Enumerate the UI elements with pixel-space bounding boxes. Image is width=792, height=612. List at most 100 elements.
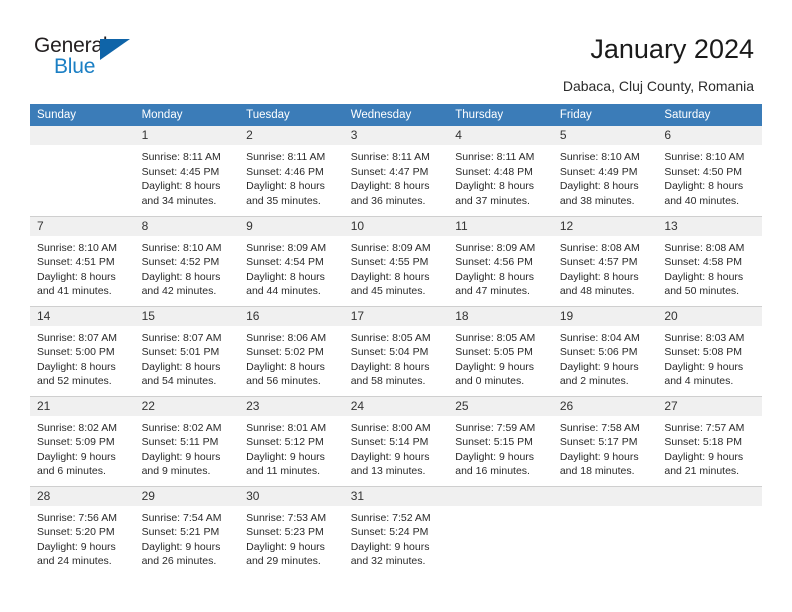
daylight-text: Daylight: 8 hours bbox=[559, 180, 639, 193]
calendar-day-cell[interactable]: 7 Sunrise: 8:10 AM Sunset: 4:51 PM Daylight… bbox=[30, 215, 135, 306]
day-number: 1 bbox=[134, 126, 240, 145]
daylight-text: Daylight: 9 hours bbox=[246, 450, 325, 463]
calendar-day-cell[interactable]: 23 Sunrise: 8:01 AM Sunset: 5:12 PM Dayligh… bbox=[239, 395, 344, 486]
day-number bbox=[552, 486, 658, 506]
daylight-text: Daylight: 8 hours bbox=[664, 270, 744, 283]
sunrise-text: Sunrise: 8:08 AM bbox=[559, 241, 640, 254]
calendar-day-cell[interactable]: 30 Sunrise: 7:53 AM Sunset: 5:23 PM Dayligh… bbox=[239, 485, 344, 576]
sunrise-text: Sunrise: 8:11 AM bbox=[455, 151, 535, 163]
calendar-day-cell[interactable]: 26 Sunrise: 7:58 AM Sunset: 5:17 PM Dayligh… bbox=[552, 395, 658, 486]
sunrise-text: Sunrise: 8:11 AM bbox=[246, 151, 326, 163]
day-details: Sunrise: 8:10 AM Sunset: 4:51 PM Daylight:… bbox=[30, 236, 135, 299]
daylight-minutes-text: and 54 minutes. bbox=[141, 375, 217, 388]
calendar-day-cell[interactable]: 22 Sunrise: 8:02 AM Sunset: 5:11 PM Dayligh… bbox=[134, 395, 240, 486]
daylight-minutes-text: and 35 minutes. bbox=[246, 194, 321, 207]
calendar-week-row: 1 Sunrise: 8:11 AM Sunset: 4:45 PM Daylight… bbox=[30, 126, 762, 216]
day-details: Sunrise: 8:08 AM Sunset: 4:58 PM Daylight:… bbox=[657, 236, 762, 299]
daylight-text: Daylight: 8 hours bbox=[246, 270, 325, 283]
general-blue-logo[interactable]: General Blue bbox=[34, 34, 144, 82]
daylight-text: Daylight: 8 hours bbox=[350, 180, 430, 193]
calendar-day-cell[interactable]: 15 Sunrise: 8:07 AM Sunset: 5:01 PM Dayligh… bbox=[134, 305, 240, 396]
daylight-text: Daylight: 9 hours bbox=[664, 360, 744, 373]
calendar-day-cell[interactable]: 20 Sunrise: 8:03 AM Sunset: 5:08 PM Dayligh… bbox=[657, 305, 762, 396]
calendar-day-cell[interactable]: 17 Sunrise: 8:05 AM Sunset: 5:04 PM Dayligh… bbox=[343, 305, 449, 396]
weekday-header-wednesday: Wednesday bbox=[343, 104, 449, 126]
calendar-day-cell[interactable]: 4 Sunrise: 8:11 AM Sunset: 4:48 PM Daylight… bbox=[448, 126, 553, 216]
calendar-day-cell[interactable]: 12 Sunrise: 8:08 AM Sunset: 4:57 PM Dayligh… bbox=[552, 215, 658, 306]
sunset-text: Sunset: 5:02 PM bbox=[246, 346, 324, 359]
daylight-minutes-text: and 58 minutes. bbox=[350, 375, 426, 388]
day-details: Sunrise: 7:56 AM Sunset: 5:20 PM Daylight:… bbox=[30, 506, 135, 569]
sunset-text: Sunset: 4:50 PM bbox=[664, 165, 743, 178]
sunrise-text: Sunrise: 8:02 AM bbox=[141, 421, 222, 434]
calendar-day-cell[interactable]: 8 Sunrise: 8:10 AM Sunset: 4:52 PM Daylight… bbox=[134, 215, 240, 306]
sunset-text: Sunset: 4:58 PM bbox=[664, 256, 743, 269]
calendar-day-cell[interactable]: 5 Sunrise: 8:10 AM Sunset: 4:49 PM Daylight… bbox=[552, 126, 658, 216]
calendar-day-cell[interactable]: 21 Sunrise: 8:02 AM Sunset: 5:09 PM Dayligh… bbox=[30, 395, 135, 486]
page-subtitle: Dabaca, Cluj County, Romania bbox=[562, 78, 754, 94]
daylight-text: Daylight: 9 hours bbox=[350, 540, 430, 553]
calendar-day-cell[interactable]: 31 Sunrise: 7:52 AM Sunset: 5:24 PM Dayligh… bbox=[343, 485, 449, 576]
calendar-day-cell[interactable]: 28 Sunrise: 7:56 AM Sunset: 5:20 PM Dayligh… bbox=[30, 485, 135, 576]
calendar-day-cell[interactable]: 19 Sunrise: 8:04 AM Sunset: 5:06 PM Dayligh… bbox=[552, 305, 658, 396]
calendar-day-cell[interactable]: 1 Sunrise: 8:11 AM Sunset: 4:45 PM Daylight… bbox=[134, 126, 240, 216]
calendar-day-cell[interactable]: 14 Sunrise: 8:07 AM Sunset: 5:00 PM Dayligh… bbox=[30, 305, 135, 396]
calendar-day-cell[interactable]: 2 Sunrise: 8:11 AM Sunset: 4:46 PM Daylight… bbox=[239, 126, 344, 216]
sunrise-text: Sunrise: 8:10 AM bbox=[37, 241, 117, 254]
daylight-minutes-text: and 4 minutes. bbox=[664, 375, 734, 388]
daylight-minutes-text: and 26 minutes. bbox=[141, 555, 217, 568]
day-number: 10 bbox=[343, 216, 449, 236]
daylight-minutes-text: and 18 minutes. bbox=[559, 465, 635, 478]
weekday-header-tuesday: Tuesday bbox=[239, 104, 344, 126]
daylight-text: Daylight: 8 hours bbox=[141, 270, 221, 283]
sunset-text: Sunset: 4:51 PM bbox=[37, 256, 115, 269]
sunset-text: Sunset: 4:57 PM bbox=[559, 256, 638, 269]
daylight-minutes-text: and 13 minutes. bbox=[350, 465, 426, 478]
daylight-minutes-text: and 6 minutes. bbox=[37, 465, 106, 478]
calendar-day-cell[interactable]: 10 Sunrise: 8:09 AM Sunset: 4:55 PM Dayligh… bbox=[343, 215, 449, 306]
calendar-day-cell[interactable]: 27 Sunrise: 7:57 AM Sunset: 5:18 PM Dayligh… bbox=[657, 395, 762, 486]
day-number bbox=[30, 126, 135, 145]
sunset-text: Sunset: 5:24 PM bbox=[350, 526, 429, 539]
day-details: Sunrise: 8:04 AM Sunset: 5:06 PM Daylight:… bbox=[553, 326, 658, 389]
sunset-text: Sunset: 5:04 PM bbox=[350, 346, 429, 359]
day-number: 18 bbox=[448, 306, 553, 326]
daylight-minutes-text: and 24 minutes. bbox=[37, 555, 112, 568]
day-number: 3 bbox=[343, 126, 449, 145]
sunrise-text: Sunrise: 8:09 AM bbox=[455, 241, 536, 254]
calendar-day-cell[interactable]: 9 Sunrise: 8:09 AM Sunset: 4:54 PM Daylight… bbox=[239, 215, 344, 306]
daylight-minutes-text: and 47 minutes. bbox=[455, 285, 530, 298]
daylight-text: Daylight: 9 hours bbox=[141, 450, 221, 463]
daylight-text: Daylight: 8 hours bbox=[246, 360, 325, 373]
sunset-text: Sunset: 4:45 PM bbox=[141, 165, 220, 178]
calendar-day-cell[interactable]: 13 Sunrise: 8:08 AM Sunset: 4:58 PM Dayligh… bbox=[657, 215, 762, 306]
sunset-text: Sunset: 5:18 PM bbox=[664, 436, 743, 449]
sunset-text: Sunset: 5:20 PM bbox=[37, 526, 115, 539]
sunset-text: Sunset: 5:09 PM bbox=[37, 436, 115, 449]
sunset-text: Sunset: 5:21 PM bbox=[141, 526, 220, 539]
day-details: Sunrise: 8:06 AM Sunset: 5:02 PM Daylight:… bbox=[239, 326, 344, 389]
calendar-day-cell-empty bbox=[448, 485, 553, 576]
sunset-text: Sunset: 5:23 PM bbox=[246, 526, 324, 539]
sunrise-text: Sunrise: 8:04 AM bbox=[559, 331, 640, 344]
day-number: 19 bbox=[552, 306, 658, 326]
calendar-day-cell[interactable]: 18 Sunrise: 8:05 AM Sunset: 5:05 PM Dayligh… bbox=[448, 305, 553, 396]
day-number bbox=[657, 486, 762, 506]
calendar-day-cell[interactable]: 11 Sunrise: 8:09 AM Sunset: 4:56 PM Dayligh… bbox=[448, 215, 553, 306]
day-number: 16 bbox=[239, 306, 344, 326]
calendar-day-cell[interactable]: 25 Sunrise: 7:59 AM Sunset: 5:15 PM Dayligh… bbox=[448, 395, 553, 486]
day-number: 30 bbox=[239, 486, 344, 506]
day-number: 17 bbox=[343, 306, 449, 326]
daylight-minutes-text: and 9 minutes. bbox=[141, 465, 211, 478]
daylight-minutes-text: and 11 minutes. bbox=[246, 465, 321, 478]
calendar-day-cell[interactable]: 6 Sunrise: 8:10 AM Sunset: 4:50 PM Daylight… bbox=[657, 126, 762, 216]
day-number: 22 bbox=[134, 396, 240, 416]
daylight-minutes-text: and 42 minutes. bbox=[141, 285, 217, 298]
calendar-day-cell[interactable]: 16 Sunrise: 8:06 AM Sunset: 5:02 PM Dayligh… bbox=[239, 305, 344, 396]
calendar-day-cell[interactable]: 24 Sunrise: 8:00 AM Sunset: 5:14 PM Dayligh… bbox=[343, 395, 449, 486]
day-details: Sunrise: 8:10 AM Sunset: 4:52 PM Daylight:… bbox=[135, 236, 240, 299]
calendar-day-cell[interactable]: 3 Sunrise: 8:11 AM Sunset: 4:47 PM Daylight… bbox=[343, 126, 449, 216]
calendar-day-cell[interactable]: 29 Sunrise: 7:54 AM Sunset: 5:21 PM Dayligh… bbox=[134, 485, 240, 576]
daylight-text: Daylight: 8 hours bbox=[141, 360, 221, 373]
daylight-minutes-text: and 0 minutes. bbox=[455, 375, 525, 388]
